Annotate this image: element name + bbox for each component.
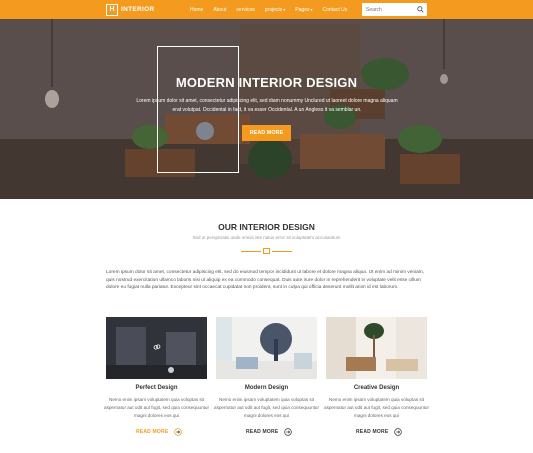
chevron-down-icon: ▾ bbox=[283, 6, 286, 12]
arrow-right-icon bbox=[174, 427, 183, 436]
card-text: Nemo enim ipsam voluptatem quia voluptas… bbox=[214, 397, 319, 418]
nav-item-label: services bbox=[236, 6, 255, 13]
chevron-down-icon: ▾ bbox=[310, 6, 313, 12]
card-read-more-link[interactable]: READ MORE bbox=[246, 427, 293, 436]
search-box bbox=[362, 3, 427, 16]
read-more-label: READ MORE bbox=[136, 428, 169, 435]
nav-item-about[interactable]: About bbox=[213, 7, 226, 13]
brand-logo[interactable]: H INTERIOR bbox=[106, 3, 154, 16]
hero-read-more-button[interactable]: READ MORE bbox=[242, 125, 291, 141]
top-navbar: H INTERIOR Home About services projects▾… bbox=[0, 0, 533, 19]
main-nav: Home About services projects▾ Pages▾ Con… bbox=[190, 0, 357, 19]
nav-item-projects[interactable]: projects▾ bbox=[265, 7, 286, 13]
section-subtitle: Sed ut perspiciatis unde omnis iste natu… bbox=[192, 235, 341, 240]
arrow-right-icon bbox=[284, 427, 293, 436]
card-title: Creative Design bbox=[353, 385, 400, 391]
arrow-right-icon bbox=[394, 427, 403, 436]
card-image[interactable] bbox=[216, 317, 317, 379]
nav-item-label: projects bbox=[264, 6, 283, 13]
card-title: Modern Design bbox=[244, 385, 289, 391]
nav-item-label: Pages bbox=[295, 6, 310, 13]
nav-item-services[interactable]: services bbox=[236, 7, 254, 13]
card-read-more-link[interactable]: READ MORE bbox=[356, 427, 403, 436]
card-image[interactable] bbox=[326, 317, 427, 379]
card-title: Perfect Design bbox=[135, 385, 178, 391]
search-input[interactable] bbox=[366, 3, 414, 16]
nav-item-pages[interactable]: Pages▾ bbox=[295, 7, 312, 13]
hero-description: Lorem ipsum dolor sit amet, consectetur … bbox=[136, 98, 398, 113]
read-more-label: READ MORE bbox=[246, 428, 279, 435]
hero-banner: MODERN INTERIOR DESIGN Lorem ipsum dolor… bbox=[0, 19, 533, 199]
nav-item-home[interactable]: Home bbox=[190, 7, 203, 13]
nav-item-label: Home bbox=[190, 6, 204, 13]
hero-title: MODERN INTERIOR DESIGN bbox=[175, 75, 358, 90]
section-divider bbox=[241, 248, 292, 254]
section-paragraph: Lorem ipsum dolor sit amet, consectetur … bbox=[106, 270, 425, 290]
card-read-more-link[interactable]: READ MORE bbox=[136, 427, 183, 436]
search-icon[interactable] bbox=[417, 6, 424, 13]
logo-mark: H bbox=[106, 3, 118, 16]
section-title: OUR INTERIOR DESIGN bbox=[218, 222, 315, 232]
link-icon[interactable] bbox=[153, 343, 161, 351]
read-more-label: READ MORE bbox=[356, 428, 389, 435]
brand-name: INTERIOR bbox=[121, 6, 155, 13]
nav-item-label: Contact Us bbox=[322, 6, 348, 13]
nav-item-label: About bbox=[213, 6, 227, 13]
nav-item-contact[interactable]: Contact Us bbox=[323, 7, 348, 13]
card-text: Nemo enim ipsam voluptatem quia voluptas… bbox=[104, 397, 209, 418]
card-text: Nemo enim ipsam voluptatem quia voluptas… bbox=[324, 397, 429, 418]
